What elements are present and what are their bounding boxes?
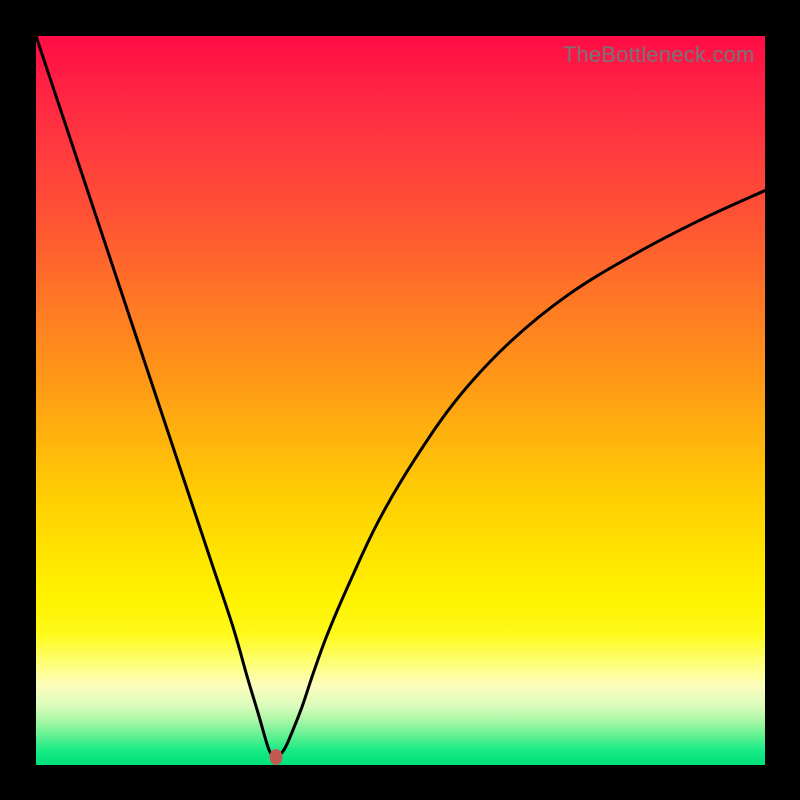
optimum-marker [270, 749, 283, 765]
bottleneck-curve [36, 36, 765, 758]
chart-frame: TheBottleneck.com [0, 0, 800, 800]
curve-svg [36, 36, 765, 765]
plot-area: TheBottleneck.com [36, 36, 765, 765]
